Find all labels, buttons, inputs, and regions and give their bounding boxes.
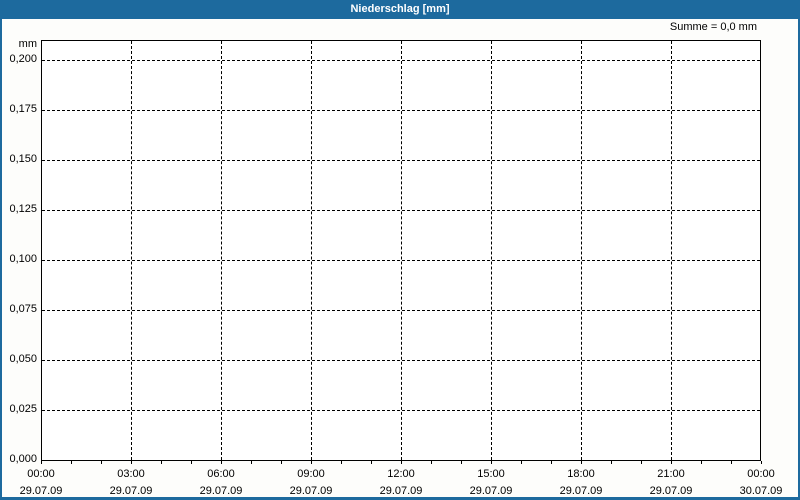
x-date-label: 29.07.09: [559, 485, 603, 497]
x-date-label: 29.07.09: [199, 485, 243, 497]
y-tick-label: 0,150: [9, 153, 37, 165]
plot-area: [41, 40, 761, 461]
x-gridline: [671, 41, 672, 460]
x-time-label: 03:00: [117, 468, 145, 480]
x-tick-mark: [311, 461, 312, 464]
x-date-label: 29.07.09: [109, 485, 153, 497]
x-gridline: [401, 41, 402, 460]
x-gridline: [311, 41, 312, 460]
x-tick-mark: [41, 461, 42, 464]
x-date-label: 29.07.09: [379, 485, 423, 497]
x-tick-mark: [731, 461, 732, 464]
x-tick-mark: [521, 461, 522, 464]
x-time-label: 00:00: [27, 468, 55, 480]
x-tick-mark: [431, 461, 432, 464]
x-gridline: [221, 41, 222, 460]
x-time-label: 18:00: [567, 468, 595, 480]
x-time-label: 15:00: [477, 468, 505, 480]
x-date-label: 29.07.09: [19, 485, 63, 497]
x-time-label: 09:00: [297, 468, 325, 480]
sum-annotation: Summe = 0,0 mm: [669, 21, 757, 33]
x-tick-mark: [581, 461, 582, 464]
x-gridline: [131, 41, 132, 460]
chart-window: Niederschlag [mm] Summe = 0,0 mm mm 0,20…: [0, 0, 800, 500]
x-time-label: 00:00: [747, 468, 775, 480]
y-tick-label: 0,050: [9, 353, 37, 365]
y-tick-label: 0,100: [9, 253, 37, 265]
x-date-label: 29.07.09: [649, 485, 693, 497]
x-tick-mark: [611, 461, 612, 464]
x-tick-mark: [191, 461, 192, 464]
x-date-label: 30.07.09: [739, 485, 783, 497]
x-time-label: 21:00: [657, 468, 685, 480]
x-tick-mark: [281, 461, 282, 464]
y-tick-label: 0,175: [9, 103, 37, 115]
x-tick-mark: [701, 461, 702, 464]
x-tick-mark: [371, 461, 372, 464]
x-tick-mark: [251, 461, 252, 464]
x-tick-mark: [641, 461, 642, 464]
y-tick-label: 0,125: [9, 203, 37, 215]
x-tick-mark: [131, 461, 132, 464]
x-tick-mark: [401, 461, 402, 464]
x-tick-mark: [71, 461, 72, 464]
x-time-label: 12:00: [387, 468, 415, 480]
x-tick-mark: [101, 461, 102, 464]
x-tick-mark: [341, 461, 342, 464]
x-tick-mark: [161, 461, 162, 464]
y-axis-unit-label: mm: [18, 38, 37, 50]
x-tick-mark: [761, 461, 762, 464]
x-tick-mark: [461, 461, 462, 464]
x-gridline: [581, 41, 582, 460]
x-time-label: 06:00: [207, 468, 235, 480]
y-tick-label: 0,075: [9, 303, 37, 315]
x-tick-mark: [671, 461, 672, 464]
x-tick-mark: [491, 461, 492, 464]
x-gridline: [491, 41, 492, 460]
x-tick-mark: [551, 461, 552, 464]
y-tick-label: 0,200: [9, 53, 37, 65]
chart-title-bar: Niederschlag [mm]: [0, 0, 800, 19]
y-tick-label: 0,000: [9, 453, 37, 465]
x-tick-mark: [221, 461, 222, 464]
x-date-label: 29.07.09: [289, 485, 333, 497]
y-tick-label: 0,025: [9, 403, 37, 415]
x-date-label: 29.07.09: [469, 485, 513, 497]
